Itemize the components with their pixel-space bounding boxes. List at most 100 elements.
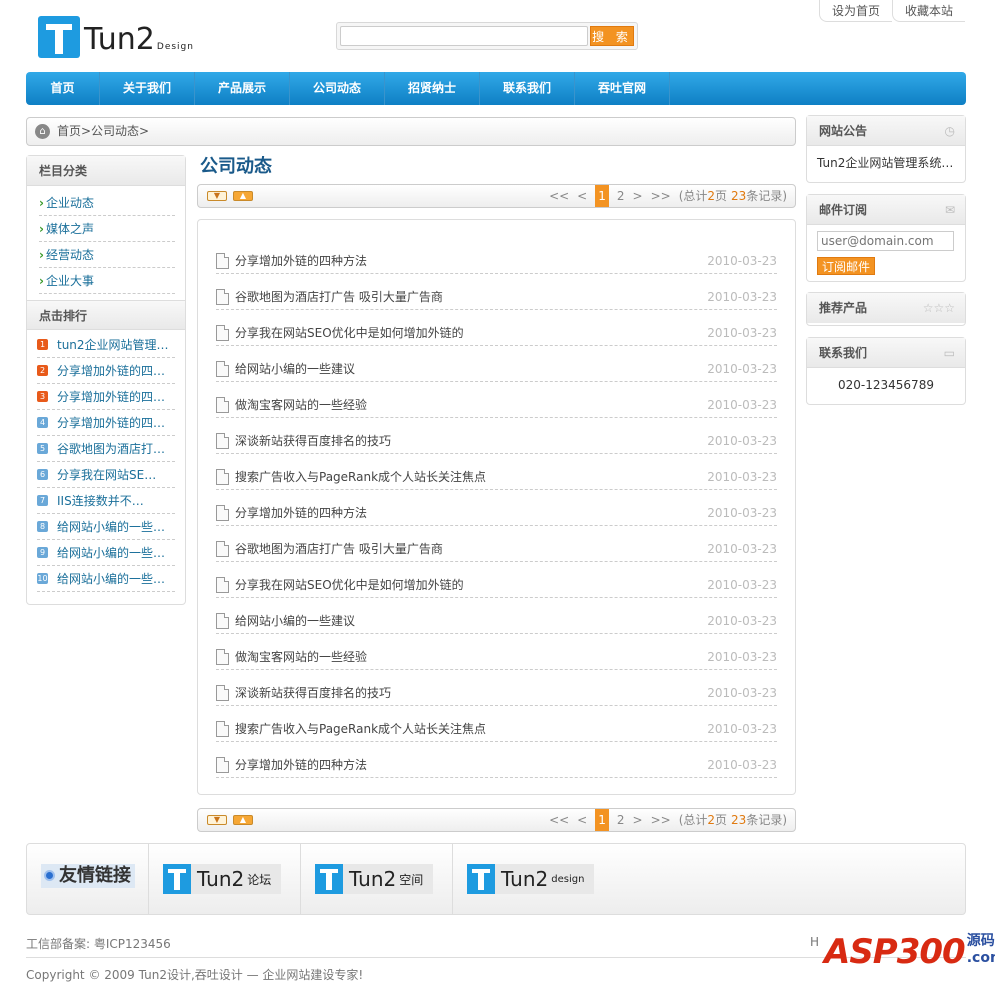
article-title[interactable]: 搜索广告收入与PageRank成个人站长关注焦点 bbox=[235, 468, 486, 485]
article-title[interactable]: 分享我在网站SEO优化中是如何增加外链的 bbox=[235, 576, 464, 593]
article-title[interactable]: 分享增加外链的四种方法 bbox=[235, 252, 367, 269]
article-row[interactable]: 搜索广告收入与PageRank成个人站长关注焦点 2010-03-23 bbox=[216, 454, 777, 490]
article-title[interactable]: 深谈新站获得百度排名的技巧 bbox=[235, 684, 391, 701]
document-icon bbox=[216, 720, 229, 737]
rank-item[interactable]: 10 给网站小编的一些… bbox=[37, 566, 175, 592]
article-date: 2010-03-23 bbox=[707, 613, 777, 628]
breadcrumb-text[interactable]: 首页>公司动态> bbox=[57, 124, 149, 138]
nav-item-products[interactable]: 产品展示 bbox=[195, 72, 290, 105]
logo-text: Tun2 bbox=[84, 22, 155, 57]
pager-records-label: 条记录) bbox=[746, 813, 787, 827]
article-row[interactable]: 谷歌地图为酒店打广告 吸引大量广告商 2010-03-23 bbox=[216, 526, 777, 562]
article-title[interactable]: 做淘宝客网站的一些经验 bbox=[235, 396, 367, 413]
pager-bottom: ▼ ▲ << <1 2 > >> (总计2页 23条记录) bbox=[197, 808, 796, 832]
document-icon bbox=[216, 432, 229, 449]
nav-item-contact[interactable]: 联系我们 bbox=[480, 72, 575, 105]
page-link-2[interactable]: 2 bbox=[617, 813, 625, 827]
bookmark-link[interactable]: 收藏本站 bbox=[891, 0, 965, 22]
article-row[interactable]: 谷歌地图为酒店打广告 吸引大量广告商 2010-03-23 bbox=[216, 274, 777, 310]
article-row[interactable]: 深谈新站获得百度排名的技巧 2010-03-23 bbox=[216, 418, 777, 454]
expand-up-icon[interactable]: ▲ bbox=[233, 191, 253, 201]
category-item[interactable]: › 企业动态 bbox=[39, 190, 175, 216]
article-title[interactable]: 深谈新站获得百度排名的技巧 bbox=[235, 432, 391, 449]
partner-link-design[interactable]: Tun2 design bbox=[467, 864, 595, 894]
article-title[interactable]: 做淘宝客网站的一些经验 bbox=[235, 648, 367, 665]
article-date: 2010-03-23 bbox=[707, 289, 777, 304]
category-item[interactable]: › 媒体之声 bbox=[39, 216, 175, 242]
first-page-link[interactable]: << bbox=[549, 189, 569, 203]
article-row[interactable]: 搜索广告收入与PageRank成个人站长关注焦点 2010-03-23 bbox=[216, 706, 777, 742]
pagination: << <1 2 > >> (总计2页 23条记录) bbox=[545, 185, 787, 207]
prev-page-link[interactable]: < bbox=[577, 189, 587, 203]
next-page-link[interactable]: > bbox=[633, 813, 643, 827]
category-item[interactable]: › 经营动态 bbox=[39, 242, 175, 268]
nav-item-official[interactable]: 吞吐官网 bbox=[575, 72, 670, 105]
current-page: 1 bbox=[595, 809, 609, 831]
article-title[interactable]: 谷歌地图为酒店打广告 吸引大量广告商 bbox=[235, 288, 443, 305]
article-date: 2010-03-23 bbox=[707, 397, 777, 412]
document-icon bbox=[216, 612, 229, 629]
article-row[interactable]: 给网站小编的一些建议 2010-03-23 bbox=[216, 346, 777, 382]
expand-up-icon[interactable]: ▲ bbox=[233, 815, 253, 825]
article-title[interactable]: 给网站小编的一些建议 bbox=[235, 612, 355, 629]
article-title[interactable]: 搜索广告收入与PageRank成个人站长关注焦点 bbox=[235, 720, 486, 737]
document-icon bbox=[216, 468, 229, 485]
nav-item-home[interactable]: 首页 bbox=[26, 72, 100, 105]
pager-pages-label: 页 bbox=[715, 189, 728, 203]
article-row[interactable]: 做淘宝客网站的一些经验 2010-03-23 bbox=[216, 634, 777, 670]
category-item[interactable]: › 企业大事 bbox=[39, 268, 175, 294]
rank-item[interactable]: 1 tun2企业网站管理… bbox=[37, 332, 175, 358]
rank-item[interactable]: 7 IIS连接数并不… bbox=[37, 488, 175, 514]
document-icon bbox=[216, 288, 229, 305]
article-row[interactable]: 分享增加外链的四种方法 2010-03-23 bbox=[216, 490, 777, 526]
article-date: 2010-03-23 bbox=[707, 685, 777, 700]
nav-item-news[interactable]: 公司动态 bbox=[290, 72, 385, 105]
partner-link-forum[interactable]: Tun2 论坛 bbox=[163, 864, 282, 894]
article-row[interactable]: 给网站小编的一些建议 2010-03-23 bbox=[216, 598, 777, 634]
article-date: 2010-03-23 bbox=[707, 325, 777, 340]
total-records: 23 bbox=[731, 189, 747, 203]
rank-item[interactable]: 2 分享增加外链的四… bbox=[37, 358, 175, 384]
rank-badge-icon: 2 bbox=[37, 365, 48, 376]
search-button[interactable]: 搜 索 bbox=[590, 26, 634, 46]
article-row[interactable]: 做淘宝客网站的一些经验 2010-03-23 bbox=[216, 382, 777, 418]
site-logo[interactable]: Tun2 Design bbox=[38, 16, 194, 58]
prev-page-link[interactable]: < bbox=[577, 813, 587, 827]
article-title[interactable]: 分享增加外链的四种方法 bbox=[235, 504, 367, 521]
article-row[interactable]: 分享我在网站SEO优化中是如何增加外链的 2010-03-23 bbox=[216, 562, 777, 598]
article-title[interactable]: 谷歌地图为酒店打广告 吸引大量广告商 bbox=[235, 540, 443, 557]
article-title[interactable]: 分享我在网站SEO优化中是如何增加外链的 bbox=[235, 324, 464, 341]
collapse-down-icon[interactable]: ▼ bbox=[207, 815, 227, 825]
pager-total-label: (总计 bbox=[678, 189, 708, 203]
article-row[interactable]: 深谈新站获得百度排名的技巧 2010-03-23 bbox=[216, 670, 777, 706]
set-homepage-link[interactable]: 设为首页 bbox=[818, 0, 892, 22]
rank-item[interactable]: 3 分享增加外链的四… bbox=[37, 384, 175, 410]
rank-badge-icon: 9 bbox=[37, 547, 48, 558]
next-page-link[interactable]: > bbox=[633, 189, 643, 203]
rank-item[interactable]: 4 分享增加外链的四… bbox=[37, 410, 175, 436]
rank-item[interactable]: 9 给网站小编的一些… bbox=[37, 540, 175, 566]
subscribe-button[interactable]: 订阅邮件 bbox=[817, 257, 876, 275]
article-title[interactable]: 分享增加外链的四种方法 bbox=[235, 756, 367, 773]
nav-item-about[interactable]: 关于我们 bbox=[100, 72, 195, 105]
home-icon[interactable]: ⌂ bbox=[35, 124, 50, 139]
article-row[interactable]: 分享我在网站SEO优化中是如何增加外链的 2010-03-23 bbox=[216, 310, 777, 346]
nav-item-jobs[interactable]: 招贤纳士 bbox=[385, 72, 480, 105]
notice-text[interactable]: Tun2企业网站管理系统… bbox=[807, 146, 965, 177]
partner-link-space[interactable]: Tun2 空间 bbox=[315, 864, 434, 894]
rank-item[interactable]: 5 谷歌地图为酒店打… bbox=[37, 436, 175, 462]
last-page-link[interactable]: >> bbox=[651, 189, 671, 203]
article-title[interactable]: 给网站小编的一些建议 bbox=[235, 360, 355, 377]
article-row[interactable]: 分享增加外链的四种方法 2010-03-23 bbox=[216, 742, 777, 778]
last-page-link[interactable]: >> bbox=[651, 813, 671, 827]
rank-badge-icon: 3 bbox=[37, 391, 48, 402]
rank-item[interactable]: 6 分享我在网站SE… bbox=[37, 462, 175, 488]
collapse-down-icon[interactable]: ▼ bbox=[207, 191, 227, 201]
rank-item[interactable]: 8 给网站小编的一些… bbox=[37, 514, 175, 540]
article-row[interactable]: 分享增加外链的四种方法 2010-03-23 bbox=[216, 238, 777, 274]
search-input[interactable] bbox=[340, 26, 588, 46]
friend-links-title: 友情链接 bbox=[41, 864, 135, 888]
first-page-link[interactable]: << bbox=[549, 813, 569, 827]
page-link-2[interactable]: 2 bbox=[617, 189, 625, 203]
email-field[interactable] bbox=[817, 231, 954, 251]
